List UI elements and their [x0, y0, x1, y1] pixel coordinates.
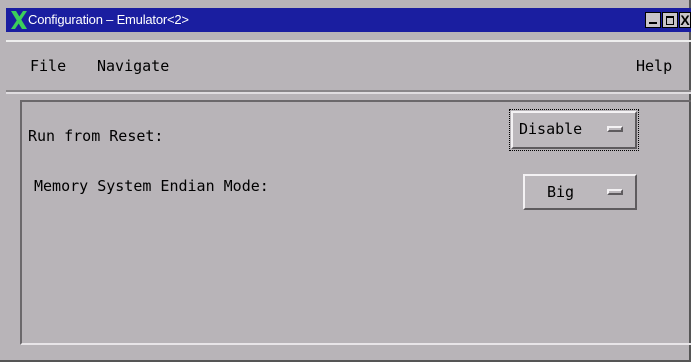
maximize-icon[interactable]	[662, 12, 678, 28]
endian-mode-label: Memory System Endian Mode:	[34, 177, 269, 195]
option-menu-indicator-icon	[607, 126, 623, 132]
window-controls: X	[644, 12, 691, 29]
x-logo-icon	[11, 11, 27, 29]
menu-separator	[6, 90, 691, 94]
run-from-reset-label: Run from Reset:	[28, 127, 164, 145]
minimize-icon[interactable]	[645, 12, 661, 28]
window-title: Configuration – Emulator<2>	[28, 12, 189, 27]
menu-help[interactable]: Help	[636, 58, 672, 74]
menu-navigate[interactable]: Navigate	[97, 58, 169, 74]
run-from-reset-value: Disable	[519, 120, 583, 138]
endian-mode-value: Big	[547, 183, 575, 201]
menu-file[interactable]: File	[30, 58, 66, 74]
endian-mode-option-menu[interactable]: Big	[523, 174, 637, 210]
configuration-window: Configuration – Emulator<2> X File Navig…	[0, 0, 691, 362]
option-menu-indicator-icon	[607, 189, 623, 195]
title-bar[interactable]: Configuration – Emulator<2> X	[6, 8, 691, 32]
run-from-reset-option-menu[interactable]: Disable	[509, 109, 639, 151]
menu-bar: File Navigate Help	[6, 40, 691, 90]
close-icon[interactable]: X	[679, 12, 691, 28]
